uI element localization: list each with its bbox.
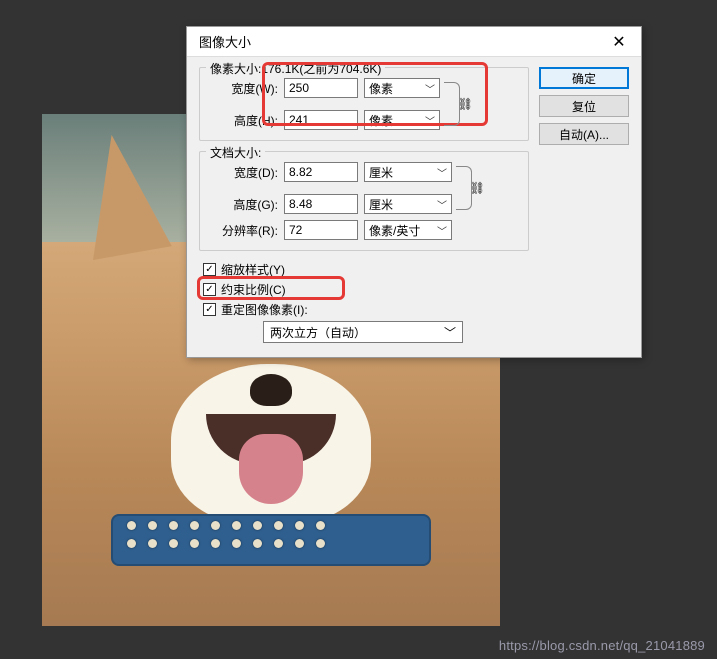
constrain-proportions-row[interactable]: 约束比例(C): [203, 281, 529, 298]
link-icon[interactable]: ⛓: [458, 97, 473, 111]
dialog-title: 图像大小: [199, 32, 251, 51]
pixel-height-unit-select[interactable]: 像素 ﹀: [364, 110, 440, 130]
doc-width-label: 宽度(D):: [208, 164, 278, 181]
pixel-height-unit-value: 像素: [369, 112, 393, 129]
scale-styles-checkbox[interactable]: [203, 263, 216, 276]
pixel-width-label: 宽度(W):: [208, 80, 278, 97]
resolution-unit-value: 像素/英寸: [369, 222, 420, 239]
resample-checkbox[interactable]: [203, 303, 216, 316]
close-button[interactable]: ✕: [605, 28, 633, 56]
chevron-down-icon: ﹀: [444, 324, 456, 341]
image-size-dialog: 图像大小 ✕ 像素大小:176.1K(之前为704.6K) 宽度(W): 像素: [186, 26, 642, 358]
resolution-unit-select[interactable]: 像素/英寸 ﹀: [364, 220, 452, 240]
document-size-group: 文档大小: 宽度(D): 厘米 ﹀ 高度(G):: [199, 151, 529, 251]
constrain-label: 约束比例(C): [221, 281, 286, 298]
titlebar: 图像大小 ✕: [187, 27, 641, 57]
pixel-link-bracket: ⛓: [444, 82, 460, 126]
pixel-width-input[interactable]: [284, 78, 358, 98]
constrain-checkbox[interactable]: [203, 283, 216, 296]
doc-width-unit-select[interactable]: 厘米 ﹀: [364, 162, 452, 182]
ok-button[interactable]: 确定: [539, 67, 629, 89]
doc-height-unit-value: 厘米: [369, 196, 393, 213]
pixel-height-label: 高度(H):: [208, 112, 278, 129]
dog-nose: [250, 374, 292, 406]
pixel-width-unit-value: 像素: [369, 80, 393, 97]
link-icon[interactable]: ⛓: [470, 181, 485, 195]
chevron-down-icon: ﹀: [437, 197, 447, 212]
doc-height-label: 高度(G):: [208, 196, 278, 213]
doc-width-unit-value: 厘米: [369, 164, 393, 181]
resample-method-select[interactable]: 两次立方（自动） ﹀: [263, 321, 463, 343]
reset-button[interactable]: 复位: [539, 95, 629, 117]
pixel-dimensions-group: 像素大小:176.1K(之前为704.6K) 宽度(W): 像素 ﹀: [199, 67, 529, 141]
doc-height-unit-select[interactable]: 厘米 ﹀: [364, 194, 452, 214]
resolution-input[interactable]: [284, 220, 358, 240]
scale-styles-row[interactable]: 缩放样式(Y): [203, 261, 529, 278]
resolution-label: 分辨率(R):: [208, 222, 278, 239]
doc-height-input[interactable]: [284, 194, 358, 214]
chevron-down-icon: ﹀: [437, 165, 447, 180]
resample-row[interactable]: 重定图像像素(I):: [203, 301, 529, 318]
dog-tongue: [239, 434, 303, 504]
pixel-dim-legend: 像素大小:176.1K(之前为704.6K): [206, 60, 385, 77]
resample-method-value: 两次立方（自动）: [270, 324, 366, 341]
watermark-text: https://blog.csdn.net/qq_21041889: [499, 638, 705, 653]
dog-collar: [111, 514, 431, 566]
doc-link-bracket: ⛓: [456, 166, 472, 210]
chevron-down-icon: ﹀: [425, 81, 435, 96]
pixel-height-input[interactable]: [284, 110, 358, 130]
auto-button[interactable]: 自动(A)...: [539, 123, 629, 145]
chevron-down-icon: ﹀: [437, 223, 447, 238]
doc-width-input[interactable]: [284, 162, 358, 182]
resample-label: 重定图像像素(I):: [221, 301, 308, 318]
doc-size-legend: 文档大小:: [206, 144, 265, 161]
pixel-width-unit-select[interactable]: 像素 ﹀: [364, 78, 440, 98]
chevron-down-icon: ﹀: [425, 113, 435, 128]
scale-styles-label: 缩放样式(Y): [221, 261, 285, 278]
close-icon: ✕: [612, 32, 625, 52]
